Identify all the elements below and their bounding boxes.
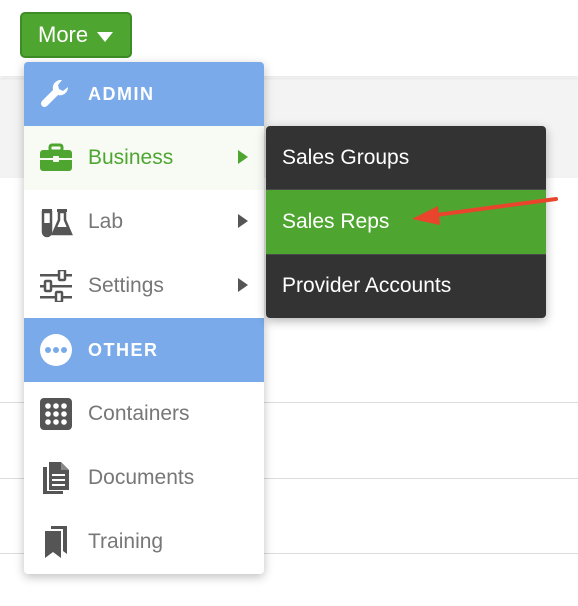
menu-item-business[interactable]: Business	[24, 126, 264, 190]
submenu-item-label: Sales Groups	[282, 146, 410, 169]
grid-icon	[39, 397, 73, 431]
more-button-label: More	[38, 22, 89, 47]
menu-item-lab[interactable]: Lab	[24, 190, 264, 254]
menu-header-admin: ADMIN	[24, 62, 264, 126]
briefcase-icon	[39, 141, 73, 175]
menu-item-label: Business	[88, 146, 174, 169]
menu-header-other: OTHER	[24, 318, 264, 382]
submenu-item-sales-reps[interactable]: Sales Reps	[266, 190, 546, 254]
caret-down-icon	[97, 22, 114, 48]
submenu-arrow-icon	[238, 150, 248, 164]
documents-icon	[39, 461, 73, 495]
menu-item-documents[interactable]: Documents	[24, 446, 264, 510]
menu-item-training[interactable]: Training	[24, 510, 264, 574]
menu-item-settings[interactable]: Settings	[24, 254, 264, 318]
menu-item-containers[interactable]: Containers	[24, 382, 264, 446]
menu-item-label: Settings	[88, 274, 164, 297]
more-dropdown-menu: ADMIN Business Lab Settings OTHER Contai…	[24, 62, 264, 574]
business-submenu: Sales Groups Sales Reps Provider Account…	[266, 126, 546, 318]
menu-header-label: OTHER	[88, 339, 159, 360]
sliders-icon	[39, 269, 73, 303]
menu-item-label: Lab	[88, 210, 124, 233]
lab-flasks-icon	[39, 205, 73, 239]
ellipsis-circle-icon	[39, 333, 73, 367]
submenu-arrow-icon	[238, 214, 248, 228]
menu-item-label: Documents	[88, 466, 195, 489]
menu-item-label: Training	[88, 530, 164, 553]
menu-item-label: Containers	[88, 402, 190, 425]
submenu-item-label: Provider Accounts	[282, 274, 452, 297]
submenu-item-provider-accounts[interactable]: Provider Accounts	[266, 254, 546, 318]
menu-header-label: ADMIN	[88, 83, 155, 104]
submenu-item-label: Sales Reps	[282, 210, 390, 233]
more-button[interactable]: More	[20, 12, 132, 58]
submenu-arrow-icon	[238, 278, 248, 292]
bookmark-icon	[39, 525, 73, 559]
submenu-item-sales-groups[interactable]: Sales Groups	[266, 126, 546, 190]
wrench-icon	[39, 77, 73, 111]
